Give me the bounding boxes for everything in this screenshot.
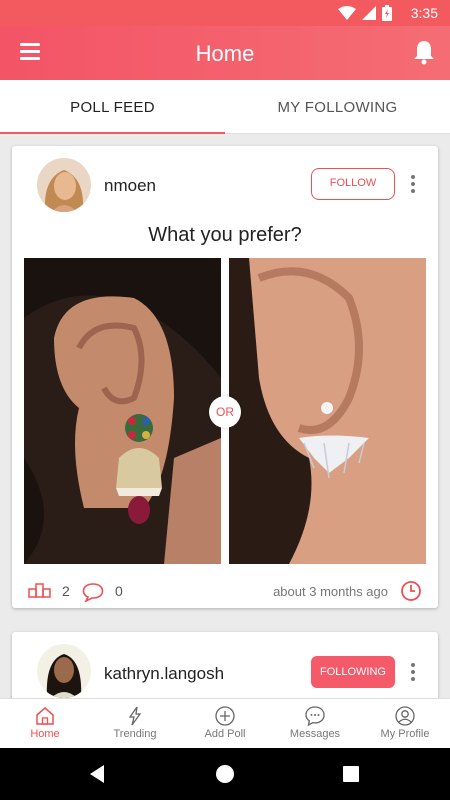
status-icons (338, 5, 392, 21)
nav-my-profile[interactable]: My Profile (360, 699, 450, 748)
profile-icon (395, 706, 415, 726)
poll-option-image-2[interactable] (229, 258, 426, 564)
poll-card-footer: 2 0 about 3 months ago (12, 578, 438, 604)
poll-option-image-1[interactable] (24, 258, 221, 564)
bottom-nav: Home Trending Add Poll Messages My Profi… (0, 698, 450, 748)
post-timestamp: about 3 months ago (273, 584, 388, 599)
username[interactable]: kathryn.langosh (104, 664, 224, 684)
lightning-icon (128, 706, 142, 726)
nav-label: Add Poll (204, 728, 246, 740)
tab-bar: POLL FEED MY FOLLOWING (0, 80, 450, 134)
back-icon[interactable] (88, 764, 106, 784)
nav-label: My Profile (380, 728, 430, 740)
plus-circle-icon (215, 706, 235, 726)
nav-trending[interactable]: Trending (90, 699, 180, 748)
page-title: Home (195, 41, 255, 66)
chat-icon (305, 706, 325, 727)
clock-icon (401, 581, 421, 601)
following-button[interactable]: FOLLOWING (311, 656, 395, 688)
nav-home[interactable]: Home (0, 699, 90, 748)
tab-poll-feed[interactable]: POLL FEED (0, 80, 225, 134)
nav-label: Messages (289, 728, 341, 740)
avatar[interactable] (37, 644, 91, 698)
recent-apps-icon[interactable] (342, 765, 360, 783)
poll-card: nmoen FOLLOW What you prefer? OR 2 0 abo… (12, 146, 438, 608)
nav-label: Trending (113, 728, 157, 740)
more-options-icon[interactable] (409, 663, 417, 683)
tab-my-following[interactable]: MY FOLLOWING (225, 80, 450, 133)
app-bar: Home (0, 26, 450, 80)
comments-count: 0 (115, 583, 123, 599)
or-badge: OR (209, 396, 241, 428)
avatar[interactable] (37, 158, 91, 212)
follow-button[interactable]: FOLLOW (311, 168, 395, 200)
more-options-icon[interactable] (409, 175, 417, 195)
bell-icon[interactable] (412, 39, 436, 65)
votes-count: 2 (62, 583, 70, 599)
home-icon (36, 707, 54, 725)
poll-question: What you prefer? (148, 224, 302, 246)
nav-messages[interactable]: Messages (270, 699, 360, 748)
status-time: 3:35 (410, 5, 438, 21)
nav-add-poll[interactable]: Add Poll (180, 699, 270, 748)
votes-icon[interactable] (28, 582, 52, 598)
system-nav-bar (0, 748, 450, 800)
comment-icon[interactable] (82, 582, 104, 602)
signal-icon (362, 6, 376, 20)
battery-icon (382, 5, 392, 21)
username[interactable]: nmoen (104, 176, 156, 196)
home-circle-icon[interactable] (215, 764, 235, 784)
status-bar: 3:35 (0, 0, 450, 26)
nav-label: Home (30, 728, 60, 740)
wifi-icon (338, 6, 356, 20)
